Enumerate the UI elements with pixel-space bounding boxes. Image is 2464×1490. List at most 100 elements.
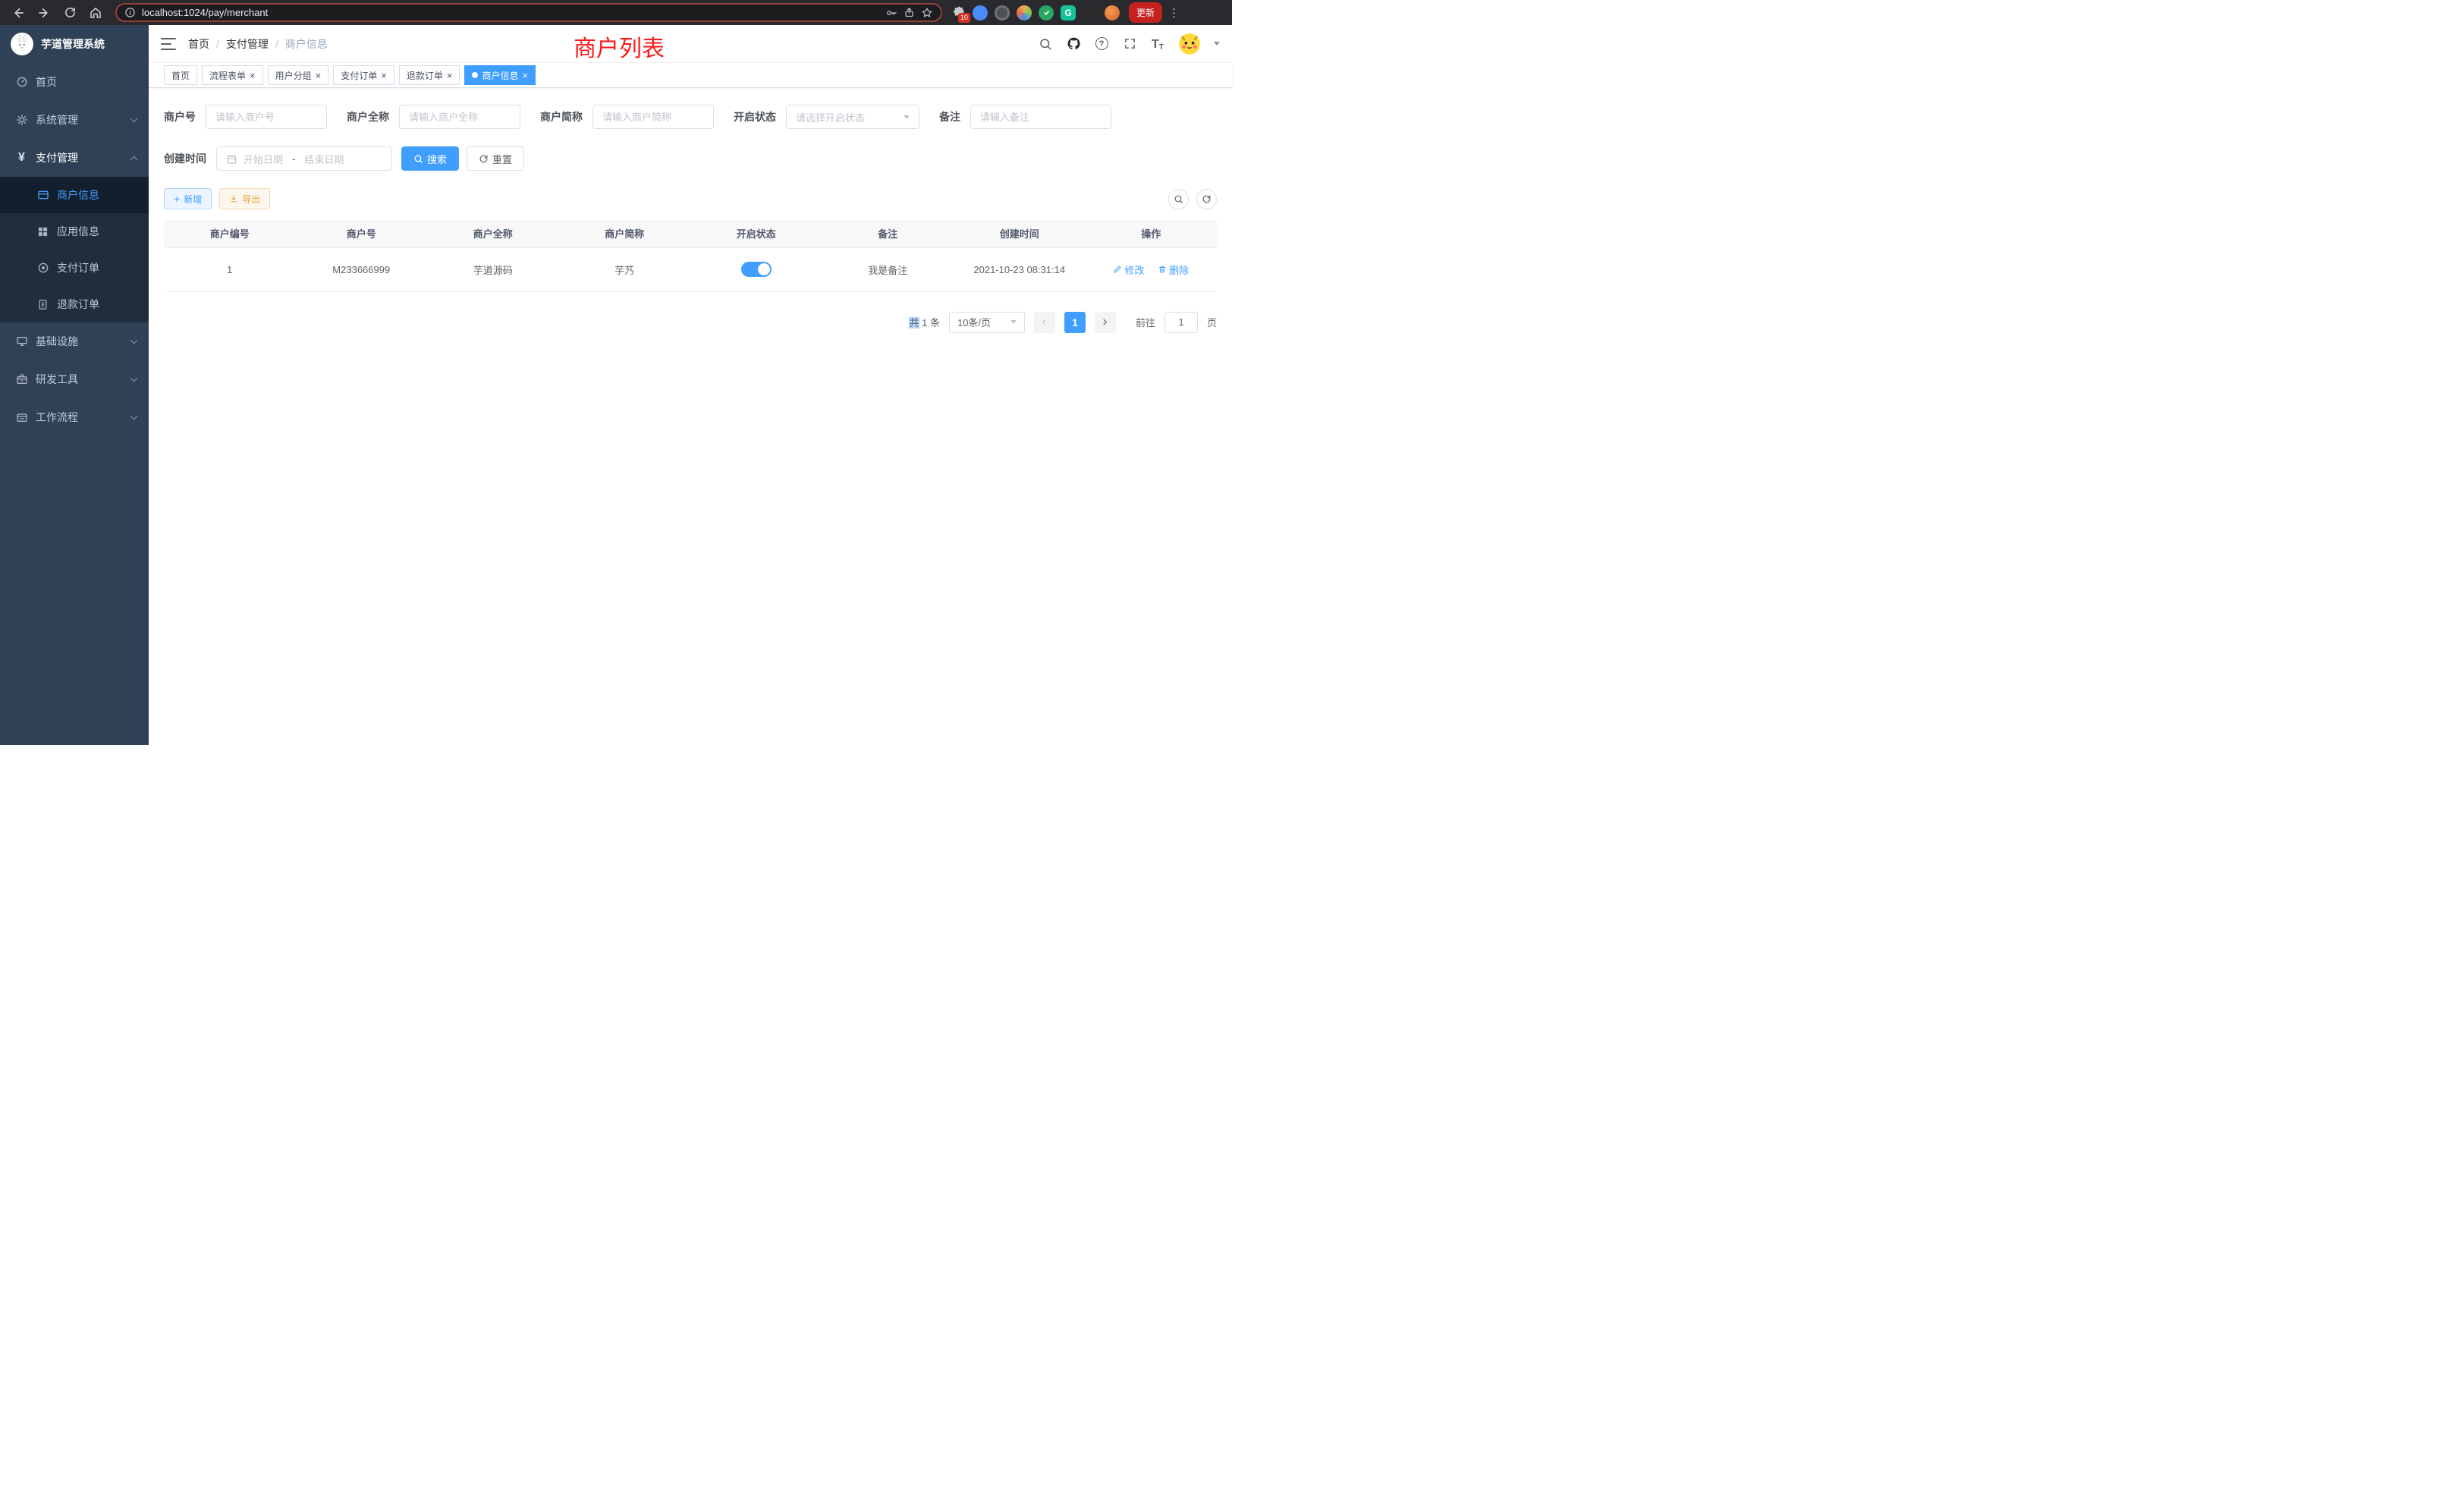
extension-icon-1[interactable] — [973, 5, 988, 20]
page-number-button[interactable]: 1 — [1064, 312, 1086, 333]
tab-label: 用户分组 — [275, 69, 312, 82]
short-name-label: 商户简称 — [540, 109, 583, 124]
close-icon[interactable]: × — [522, 71, 528, 80]
url-text[interactable]: localhost:1024/pay/merchant — [142, 7, 879, 18]
extensions-puzzle-icon[interactable]: 10 — [951, 5, 966, 20]
extension-icon-5[interactable]: G — [1061, 5, 1076, 20]
sidebar-item-dev-tools[interactable]: 研发工具 — [0, 360, 149, 398]
remark-input[interactable] — [970, 105, 1111, 129]
search-button-label: 搜索 — [427, 152, 447, 166]
prev-page-button[interactable] — [1034, 312, 1055, 333]
reload-icon[interactable] — [59, 2, 80, 24]
address-bar[interactable]: localhost:1024/pay/merchant — [115, 3, 942, 22]
chevron-down-icon — [130, 115, 138, 123]
chevron-down-icon — [1010, 320, 1017, 324]
share-icon[interactable] — [904, 7, 915, 18]
merchant-no-input[interactable] — [206, 105, 327, 129]
tab-user-group[interactable]: 用户分组 × — [268, 65, 329, 85]
create-time-range-picker[interactable]: 开始日期 - 结束日期 — [216, 146, 392, 171]
sidebar-item-pay-order[interactable]: 支付订单 — [0, 250, 149, 286]
browser-profile-avatar[interactable] — [1105, 5, 1120, 20]
edit-link[interactable]: 修改 — [1113, 262, 1144, 277]
monitor-icon — [15, 335, 28, 348]
browser-menu-icon[interactable]: ⋮ — [1168, 6, 1180, 20]
tab-merchant-info[interactable]: 商户信息× — [464, 65, 536, 85]
tab-refund-order[interactable]: 退款订单 × — [399, 65, 460, 85]
total-prefix: 共 — [909, 317, 919, 328]
remark-label: 备注 — [939, 109, 960, 124]
show-search-toggle-icon[interactable] — [1168, 189, 1189, 209]
page-size-select[interactable]: 10条/页 — [949, 312, 1025, 333]
status-toggle[interactable] — [741, 262, 772, 277]
close-icon[interactable]: × — [316, 71, 322, 80]
sidebar-item-label: 系统管理 — [36, 112, 124, 127]
col-remark: 备注 — [822, 220, 954, 247]
next-page-button[interactable] — [1095, 312, 1116, 333]
chevron-down-icon — [130, 375, 138, 382]
extension-icon-3[interactable] — [1017, 5, 1032, 20]
sidebar-item-merchant-info[interactable]: 商户信息 — [0, 177, 149, 213]
search-icon[interactable] — [1038, 36, 1053, 52]
export-button[interactable]: 导出 — [219, 188, 270, 209]
sidebar-item-infrastructure[interactable]: 基础设施 — [0, 322, 149, 360]
extension-icon-6[interactable] — [1083, 5, 1098, 20]
site-info-icon[interactable] — [124, 7, 136, 18]
fullscreen-icon[interactable] — [1122, 36, 1137, 52]
sidebar-item-refund-order[interactable]: 退款订单 — [0, 286, 149, 322]
page-header: 首页 / 支付管理 / 商户信息 商户列表 ? — [149, 25, 1232, 63]
breadcrumb-separator: / — [216, 38, 219, 50]
gear-icon — [15, 114, 28, 127]
plus-icon: + — [174, 193, 180, 204]
browser-update-button[interactable]: 更新 — [1129, 2, 1162, 23]
extension-icon-4[interactable] — [1039, 5, 1054, 20]
goto-label: 前往 — [1136, 315, 1155, 329]
add-button[interactable]: + 新增 — [164, 188, 212, 209]
col-merchant-id: 商户编号 — [164, 220, 296, 247]
tab-process-form[interactable]: 流程表单× — [202, 65, 263, 85]
dashboard-icon — [15, 76, 28, 89]
extension-icon-2[interactable] — [995, 5, 1010, 20]
app-logo[interactable]: 芋道管理系统 — [0, 25, 149, 63]
sidebar-item-workflow[interactable]: 工作流程 — [0, 398, 149, 436]
breadcrumb-section[interactable]: 支付管理 — [226, 36, 269, 52]
full-name-label: 商户全称 — [347, 109, 389, 124]
close-icon[interactable]: × — [381, 71, 387, 80]
status-label: 开启状态 — [734, 109, 776, 124]
app-title: 芋道管理系统 — [41, 36, 105, 52]
delete-link[interactable]: 删除 — [1158, 262, 1189, 277]
breadcrumb-home[interactable]: 首页 — [188, 36, 209, 52]
refresh-table-icon[interactable] — [1196, 189, 1217, 209]
sidebar-item-app-info[interactable]: 应用信息 — [0, 213, 149, 250]
user-avatar[interactable] — [1178, 33, 1201, 55]
goto-page-input[interactable] — [1164, 312, 1198, 333]
help-icon[interactable]: ? — [1094, 36, 1109, 52]
sidebar-item-system[interactable]: 系统管理 — [0, 101, 149, 139]
short-name-input[interactable] — [592, 105, 714, 129]
reset-button[interactable]: 重置 — [467, 146, 524, 171]
sidebar-fold-icon[interactable] — [161, 38, 176, 50]
tab-pay-order[interactable]: 支付订单× — [333, 65, 394, 85]
col-full-name: 商户全称 — [427, 220, 559, 247]
password-key-icon[interactable] — [885, 7, 897, 19]
user-menu-caret-icon[interactable] — [1214, 42, 1220, 46]
back-icon[interactable] — [8, 2, 29, 24]
forward-icon[interactable] — [33, 2, 55, 24]
screen: localhost:1024/pay/merchant 10 G — [0, 0, 1232, 745]
home-icon[interactable] — [85, 2, 106, 24]
sidebar-item-label: 工作流程 — [36, 410, 124, 425]
close-icon[interactable]: × — [250, 71, 256, 80]
tab-label: 退款订单 — [407, 69, 443, 82]
search-button[interactable]: 搜索 — [401, 146, 459, 171]
font-size-icon[interactable]: TT — [1150, 36, 1165, 52]
full-name-input[interactable] — [399, 105, 520, 129]
cell-merchant-id: 1 — [164, 247, 296, 291]
sidebar-item-pay[interactable]: ¥ 支付管理 — [0, 139, 149, 177]
col-actions: 操作 — [1086, 220, 1218, 247]
github-icon[interactable] — [1066, 36, 1081, 52]
bookmark-star-icon[interactable] — [921, 7, 933, 19]
tab-home[interactable]: 首页 — [164, 65, 197, 85]
close-icon[interactable]: × — [447, 71, 453, 80]
sidebar-item-home[interactable]: 首页 — [0, 63, 149, 101]
status-select[interactable]: 请选择开启状态 — [786, 105, 919, 129]
breadcrumb: 首页 / 支付管理 / 商户信息 — [188, 36, 328, 52]
